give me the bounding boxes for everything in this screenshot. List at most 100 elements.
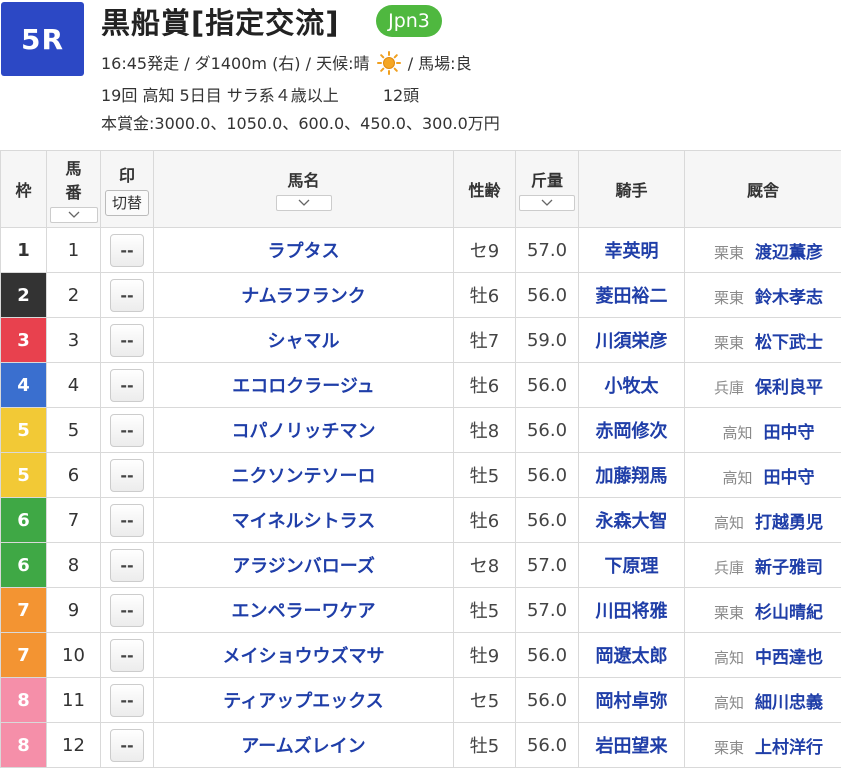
weight-cell: 56.0	[515, 497, 579, 543]
header-jockey: 騎手	[578, 150, 685, 228]
mark-cell: --	[100, 677, 154, 723]
trainer-link[interactable]: 松下武士	[755, 333, 823, 353]
trainer-link[interactable]: 上村洋行	[755, 738, 823, 758]
race-number-badge: 5R	[1, 2, 84, 76]
table-row: 3 3 -- シャマル 牡7 59.0 川須栄彦 栗東 松下武士	[0, 317, 841, 363]
jockey-link[interactable]: 下原理	[578, 542, 685, 588]
mark-select-button[interactable]: --	[110, 368, 144, 402]
horse-name-link[interactable]: シャマル	[153, 317, 454, 363]
sex-age-cell: 牡6	[453, 362, 516, 408]
trainer-link[interactable]: 田中守	[764, 423, 815, 443]
mark-cell: --	[100, 497, 154, 543]
header-horse[interactable]: 馬名	[153, 150, 454, 228]
stable-region: 兵庫	[713, 378, 744, 397]
jockey-link[interactable]: 幸英明	[578, 227, 685, 273]
horse-name-link[interactable]: メイショウウズマサ	[153, 632, 454, 678]
umaban-cell: 6	[46, 452, 101, 498]
header-weight[interactable]: 斤量	[515, 150, 579, 228]
weight-cell: 56.0	[515, 677, 579, 723]
trainer-link[interactable]: 保利良平	[755, 378, 823, 398]
weight-cell: 56.0	[515, 362, 579, 408]
table-row: 5 6 -- ニクソンテソーロ 牡5 56.0 加藤翔馬 高知 田中守	[0, 452, 841, 498]
prize-info: 本賞金:3000.0、1050.0、600.0、450.0、300.0万円	[101, 114, 500, 133]
horse-name-link[interactable]: エコロクラージュ	[153, 362, 454, 408]
horse-name-link[interactable]: アームズレイン	[153, 722, 454, 768]
jockey-link[interactable]: 永森大智	[578, 497, 685, 543]
jockey-link[interactable]: 岡村卓弥	[578, 677, 685, 723]
header-umaban-bottom: 番	[65, 183, 82, 202]
sex-age-cell: 牡6	[453, 272, 516, 318]
jockey-link[interactable]: 加藤翔馬	[578, 452, 685, 498]
sort-umaban-button[interactable]	[49, 207, 98, 223]
sort-weight-button[interactable]	[519, 195, 575, 211]
trainer-link[interactable]: 田中守	[764, 468, 815, 488]
header-umaban[interactable]: 馬 番	[46, 150, 101, 228]
table-row: 8 12 -- アームズレイン 牡5 56.0 岩田望来 栗東 上村洋行	[0, 722, 841, 768]
mark-select-button[interactable]: --	[110, 233, 144, 267]
horse-name-link[interactable]: ティアップエックス	[153, 677, 454, 723]
waku-cell: 2	[0, 272, 47, 318]
trainer-link[interactable]: 新子雅司	[755, 558, 823, 578]
mark-cell: --	[100, 542, 154, 588]
stable-cell: 高知 細川忠義	[684, 677, 841, 723]
stable-region: 高知	[713, 648, 744, 667]
horse-name-link[interactable]: マイネルシトラス	[153, 497, 454, 543]
jockey-link[interactable]: 赤岡修次	[578, 407, 685, 453]
sex-age-cell: 牡5	[453, 587, 516, 633]
umaban-cell: 2	[46, 272, 101, 318]
table-row: 6 8 -- アラジンバローズ セ8 57.0 下原理 兵庫 新子雅司	[0, 542, 841, 588]
jockey-link[interactable]: 川須栄彦	[578, 317, 685, 363]
mark-toggle-button[interactable]: 切替	[105, 190, 149, 216]
umaban-cell: 1	[46, 227, 101, 273]
mark-select-button[interactable]: --	[110, 548, 144, 582]
jockey-link[interactable]: 岩田望来	[578, 722, 685, 768]
trainer-link[interactable]: 中西達也	[755, 648, 823, 668]
sex-age-cell: セ9	[453, 227, 516, 273]
jockey-link[interactable]: 岡遼太郎	[578, 632, 685, 678]
sex-age-cell: セ5	[453, 677, 516, 723]
mark-select-button[interactable]: --	[110, 503, 144, 537]
umaban-cell: 10	[46, 632, 101, 678]
trainer-link[interactable]: 鈴木孝志	[755, 288, 823, 308]
mark-select-button[interactable]: --	[110, 728, 144, 762]
horse-name-link[interactable]: アラジンバローズ	[153, 542, 454, 588]
jockey-link[interactable]: 菱田裕二	[578, 272, 685, 318]
mark-cell: --	[100, 722, 154, 768]
weight-cell: 56.0	[515, 632, 579, 678]
sort-horse-button[interactable]	[275, 195, 332, 211]
trainer-link[interactable]: 杉山晴紀	[755, 603, 823, 623]
stable-region: 栗東	[713, 603, 744, 622]
mark-select-button[interactable]: --	[110, 458, 144, 492]
trainer-link[interactable]: 細川忠義	[755, 693, 823, 713]
stable-cell: 栗東 上村洋行	[684, 722, 841, 768]
mark-select-button[interactable]: --	[110, 683, 144, 717]
sex-age-cell: 牡9	[453, 632, 516, 678]
trainer-link[interactable]: 渡辺薫彦	[755, 243, 823, 263]
horse-name-link[interactable]: コパノリッチマン	[153, 407, 454, 453]
header-waku: 枠	[0, 150, 47, 228]
jockey-link[interactable]: 小牧太	[578, 362, 685, 408]
horse-name-link[interactable]: ナムラフランク	[153, 272, 454, 318]
mark-select-button[interactable]: --	[110, 413, 144, 447]
horse-name-link[interactable]: エンペラーワケア	[153, 587, 454, 633]
weight-cell: 57.0	[515, 227, 579, 273]
weight-cell: 56.0	[515, 272, 579, 318]
stable-cell: 高知 中西達也	[684, 632, 841, 678]
mark-select-button[interactable]: --	[110, 323, 144, 357]
stable-region: 高知	[722, 468, 753, 487]
mark-select-button[interactable]: --	[110, 278, 144, 312]
trainer-link[interactable]: 打越勇児	[755, 513, 823, 533]
waku-cell: 3	[0, 317, 47, 363]
table-header-row: 枠 馬 番 印 切替 馬名 性齢 斤量 騎手 厩舎	[0, 150, 841, 228]
mark-cell: --	[100, 317, 154, 363]
stable-region: 兵庫	[713, 558, 744, 577]
mark-select-button[interactable]: --	[110, 638, 144, 672]
horse-name-link[interactable]: ラプタス	[153, 227, 454, 273]
horse-name-link[interactable]: ニクソンテソーロ	[153, 452, 454, 498]
stable-cell: 高知 田中守	[684, 407, 841, 453]
mark-select-button[interactable]: --	[110, 593, 144, 627]
race-conditions: 16:45発走 / ダ1400m (右) / 天候:晴 / 馬場:良	[101, 50, 472, 75]
jockey-link[interactable]: 川田将雅	[578, 587, 685, 633]
weight-cell: 56.0	[515, 407, 579, 453]
stable-cell: 高知 田中守	[684, 452, 841, 498]
